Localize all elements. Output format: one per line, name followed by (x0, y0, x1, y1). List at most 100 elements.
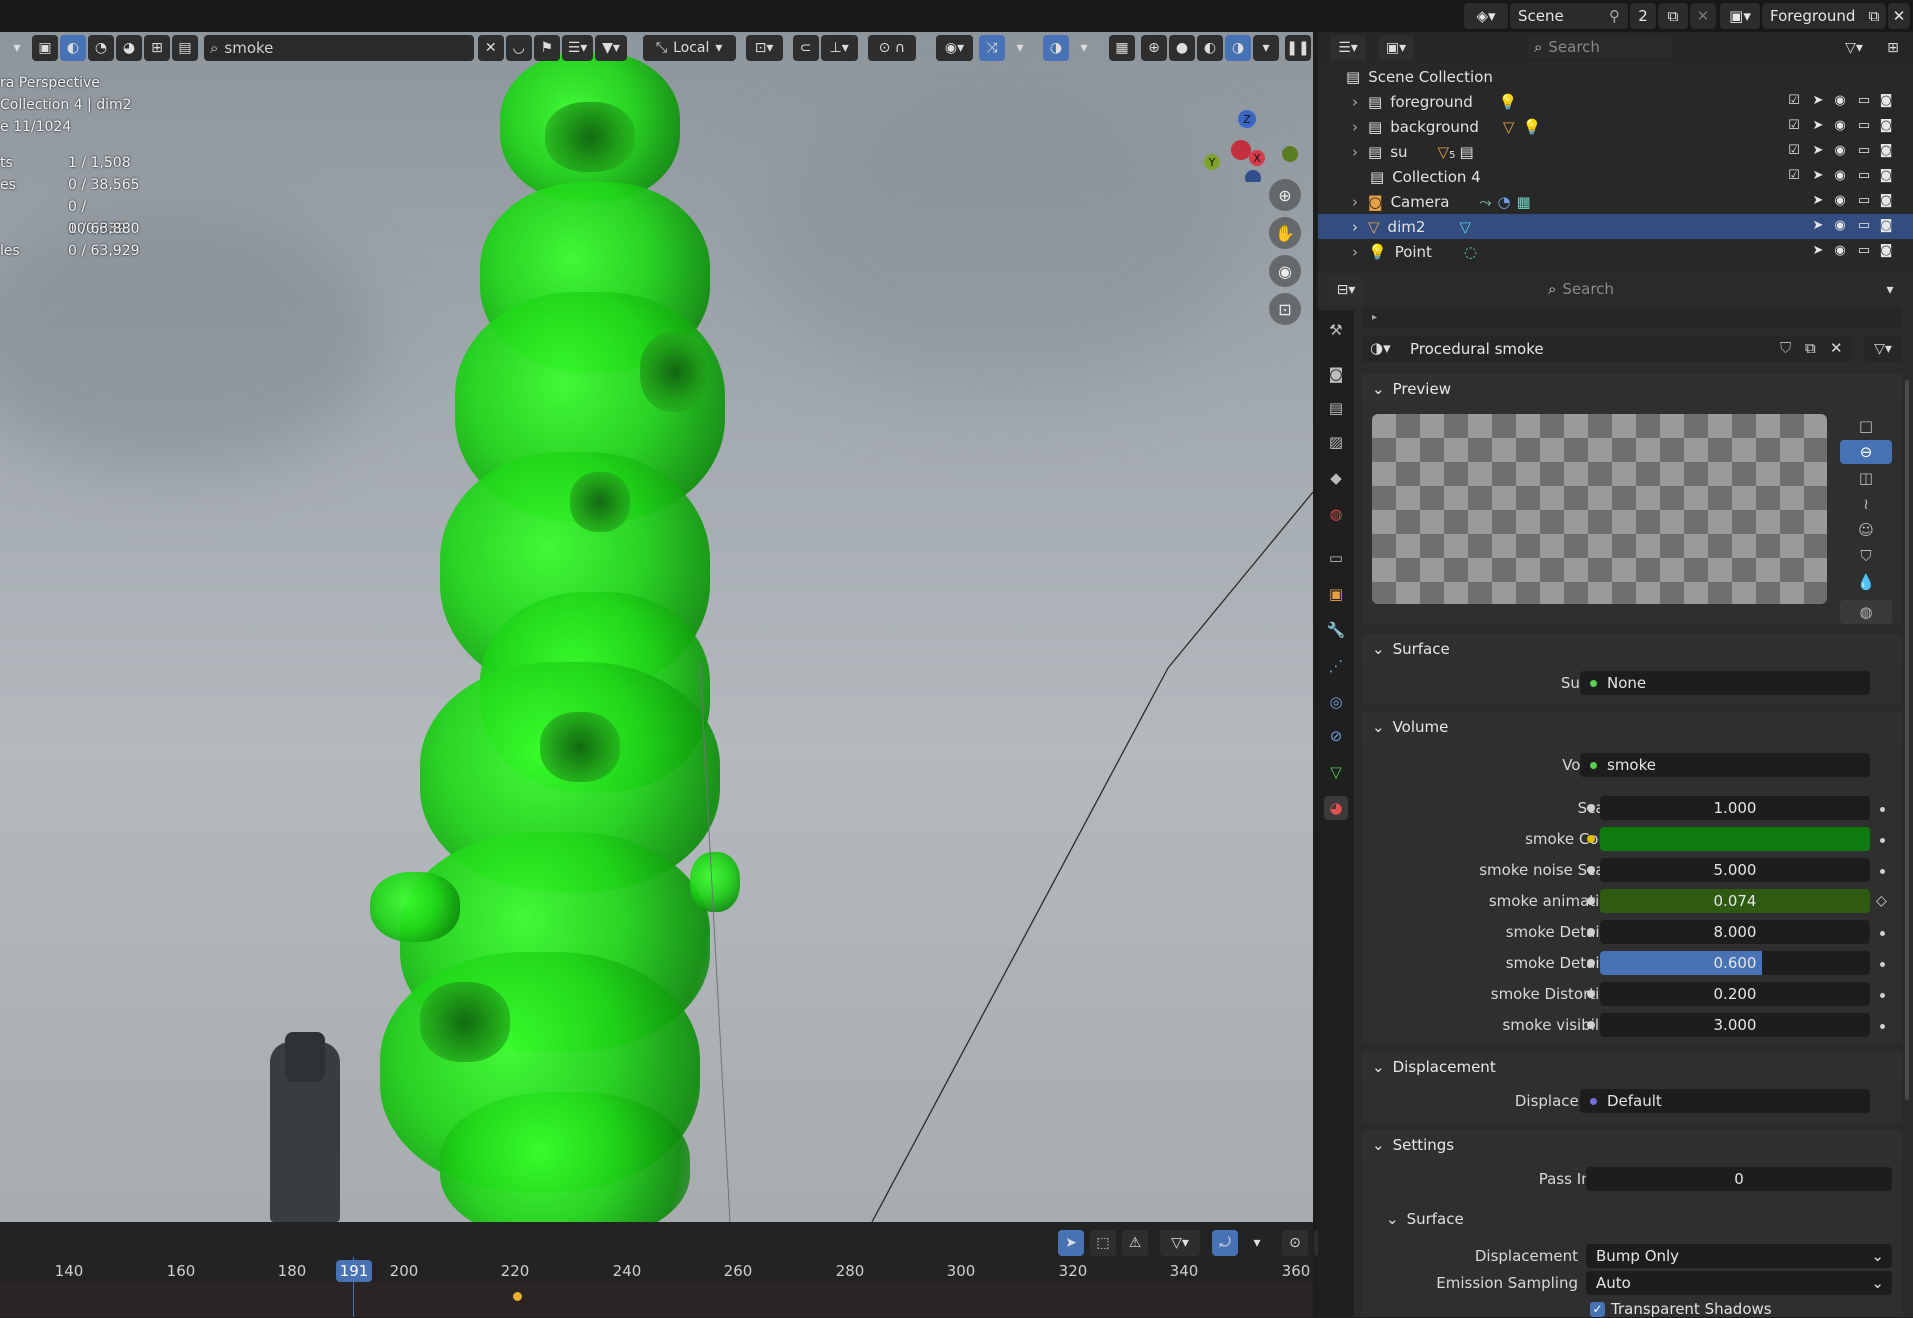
overlay-icon-b[interactable]: ◕ (116, 35, 142, 61)
warning-icon[interactable]: ⚠ (1122, 1230, 1148, 1256)
gizmo-toggle-icon[interactable]: ⤨ (979, 35, 1006, 61)
material-shading-icon[interactable]: ◐ (1197, 35, 1224, 61)
emission-sampling-select[interactable]: Auto ⌄ (1586, 1271, 1892, 1295)
overlay-icon-d[interactable]: ▤ (172, 35, 198, 61)
surface-panel-header[interactable]: ⌄ Surface (1362, 634, 1902, 664)
3d-viewport[interactable]: ra Perspective Collection 4 | dim2 e 11/… (0, 32, 1313, 1222)
bookmark-icon[interactable]: ⚑ (533, 35, 560, 61)
pivot-point-icon[interactable]: ⊡▾ (745, 35, 783, 61)
monitor-icon[interactable]: ▭ (1856, 93, 1872, 109)
proportional-icon[interactable]: ⊙ (1282, 1230, 1308, 1256)
chevron-down-icon[interactable]: ▾ (1007, 35, 1033, 61)
object-tab-icon[interactable]: ▣ (1324, 582, 1348, 606)
transparent-shadows-checkbox[interactable]: ✓ Transparent Shadows (1590, 1300, 1772, 1318)
monitor-icon[interactable]: ▭ (1856, 168, 1872, 184)
chevron-down-icon[interactable]: ▾ (1253, 35, 1280, 61)
monitor-icon[interactable]: ▭ (1856, 218, 1872, 234)
select-arrow-icon[interactable]: ➤ (1810, 243, 1826, 259)
scene-selector-button[interactable]: ◈▾ (1464, 3, 1508, 29)
xray-icon[interactable]: ▦ (1109, 35, 1136, 61)
keyframe-diamond-icon[interactable]: ◇ (1876, 893, 1887, 909)
unlink-material-icon[interactable]: ✕ (1830, 339, 1843, 357)
new-collection-icon[interactable]: ⊞ (1878, 35, 1908, 61)
smoke-noise-scale-field[interactable]: 5.000 (1600, 858, 1870, 882)
properties-search[interactable]: ⌕ Search (1542, 278, 1688, 300)
physics-tab-icon[interactable]: ◎ (1324, 690, 1348, 714)
camera-view-icon[interactable]: ◉ (1269, 255, 1301, 287)
auto-snap-icon[interactable]: ⤾ (1212, 1230, 1238, 1256)
select-arrow-icon[interactable]: ➤ (1810, 93, 1826, 109)
delete-view-layer-icon[interactable]: ✕ (1888, 3, 1910, 29)
select-arrow-icon[interactable]: ➤ (1810, 218, 1826, 234)
box-select-icon[interactable]: ⬚ (1090, 1230, 1116, 1256)
smoke-detail-1-field[interactable]: 8.000 (1600, 920, 1870, 944)
world-tab-icon[interactable]: ◍ (1324, 502, 1348, 526)
snap-icon[interactable]: ⊂ (792, 35, 819, 61)
modifier-tab-icon[interactable]: 🔧 (1324, 618, 1348, 642)
smoke-animation-field[interactable]: 0.074 (1600, 889, 1870, 913)
render-camera-icon[interactable]: ◙ (1878, 168, 1894, 184)
preview-sphere-icon[interactable]: ⊖ (1840, 440, 1892, 464)
eye-icon[interactable]: ◉ (1832, 93, 1848, 109)
exclude-checkbox[interactable]: ☑ (1786, 168, 1802, 184)
pass-index-field[interactable]: 0 (1586, 1167, 1892, 1191)
displacement-method-select[interactable]: Bump Only ⌄ (1586, 1244, 1892, 1268)
scene-tab-icon[interactable]: ◆ (1324, 466, 1348, 490)
outliner-search[interactable]: ⌕ Search (1528, 36, 1673, 58)
volume-panel-header[interactable]: ⌄ Volume (1362, 712, 1902, 742)
smoke-distortion-field[interactable]: 0.200 (1600, 982, 1870, 1006)
filter-toggle-icon[interactable]: ◡ (505, 35, 532, 61)
tool-tab-icon[interactable]: ⚒ (1324, 318, 1348, 342)
select-arrow-icon[interactable]: ➤ (1810, 168, 1826, 184)
smoke-detail-2-slider[interactable]: 0.600 (1600, 951, 1870, 975)
display-mode-icon[interactable]: ☰▾ (561, 35, 594, 61)
select-tool-icon[interactable]: ➤ (1058, 1230, 1084, 1256)
view-layer-selector-button[interactable]: ▣▾ (1720, 3, 1760, 29)
delete-scene-icon[interactable]: ✕ (1690, 3, 1716, 29)
object-mode-icon[interactable]: ▣ (32, 35, 58, 61)
preview-world-icon[interactable]: ◍ (1840, 600, 1892, 624)
rendered-shading-icon[interactable]: ◑ (1225, 35, 1252, 61)
timeline-track[interactable] (0, 1282, 1313, 1317)
select-arrow-icon[interactable]: ➤ (1810, 118, 1826, 134)
filter-icon[interactable]: ▼▾ (595, 35, 627, 61)
monitor-icon[interactable]: ▭ (1856, 243, 1872, 259)
displacement-panel-header[interactable]: ⌄ Displacement (1362, 1052, 1902, 1082)
current-frame-indicator[interactable]: 191 (336, 1260, 372, 1282)
overlays-toggle-icon[interactable]: ◑ (1043, 35, 1070, 61)
material-slot-list[interactable]: ▸ (1362, 308, 1902, 328)
pin-icon[interactable]: ⚲ (1609, 7, 1620, 25)
eye-icon[interactable]: ◉ (1832, 218, 1848, 234)
monitor-icon[interactable]: ▭ (1856, 143, 1872, 159)
volume-shader-field[interactable]: smoke (1580, 753, 1870, 777)
browse-node-icon[interactable]: ▽▾ (1864, 336, 1902, 362)
eye-icon[interactable]: ◉ (1832, 118, 1848, 134)
filter-icon[interactable]: ▽▾ (1834, 35, 1874, 61)
eye-icon[interactable]: ◉ (1832, 243, 1848, 259)
preview-fluid-icon[interactable]: 💧 (1840, 570, 1892, 594)
output-tab-icon[interactable]: ▤ (1324, 396, 1348, 420)
preview-panel-header[interactable]: ⌄ Preview (1362, 374, 1902, 404)
render-camera-icon[interactable]: ◙ (1878, 118, 1894, 134)
select-arrow-icon[interactable]: ➤ (1810, 193, 1826, 209)
eye-icon[interactable]: ◉ (1832, 193, 1848, 209)
render-camera-icon[interactable]: ◙ (1878, 93, 1894, 109)
new-scene-icon[interactable]: ⧉ (1658, 3, 1688, 29)
navigation-gizmo[interactable]: Z X Y (1190, 72, 1305, 182)
scene-name-field[interactable]: Scene ⚲ (1510, 3, 1628, 29)
monitor-icon[interactable]: ▭ (1856, 118, 1872, 134)
visibility-icon[interactable]: ◉▾ (935, 35, 974, 61)
settings-panel-header[interactable]: ⌄ Settings (1362, 1130, 1902, 1160)
display-mode-icon[interactable]: ▣▾ (1378, 35, 1414, 61)
timeline[interactable]: ➤ ⬚ ⚠ ▽▾ ⤾ ▾ ⊙ ∩▾ 140 160 180 200 220 24… (0, 1222, 1340, 1317)
pause-render-icon[interactable]: ❚❚ (1285, 35, 1312, 61)
monitor-icon[interactable]: ▭ (1856, 193, 1872, 209)
preview-monkey-icon[interactable]: ☺ (1840, 518, 1892, 542)
wireframe-shading-icon[interactable]: ⊕ (1141, 35, 1168, 61)
pan-hand-icon[interactable]: ✋ (1269, 217, 1301, 249)
snap-target-icon[interactable]: ⊥▾ (820, 35, 858, 61)
duplicate-material-icon[interactable]: ⧉ (1805, 339, 1816, 357)
displacement-field[interactable]: Default (1580, 1089, 1870, 1113)
preview-cube-icon[interactable]: ◫ (1840, 466, 1892, 490)
surface-shader-field[interactable]: None (1580, 671, 1870, 695)
